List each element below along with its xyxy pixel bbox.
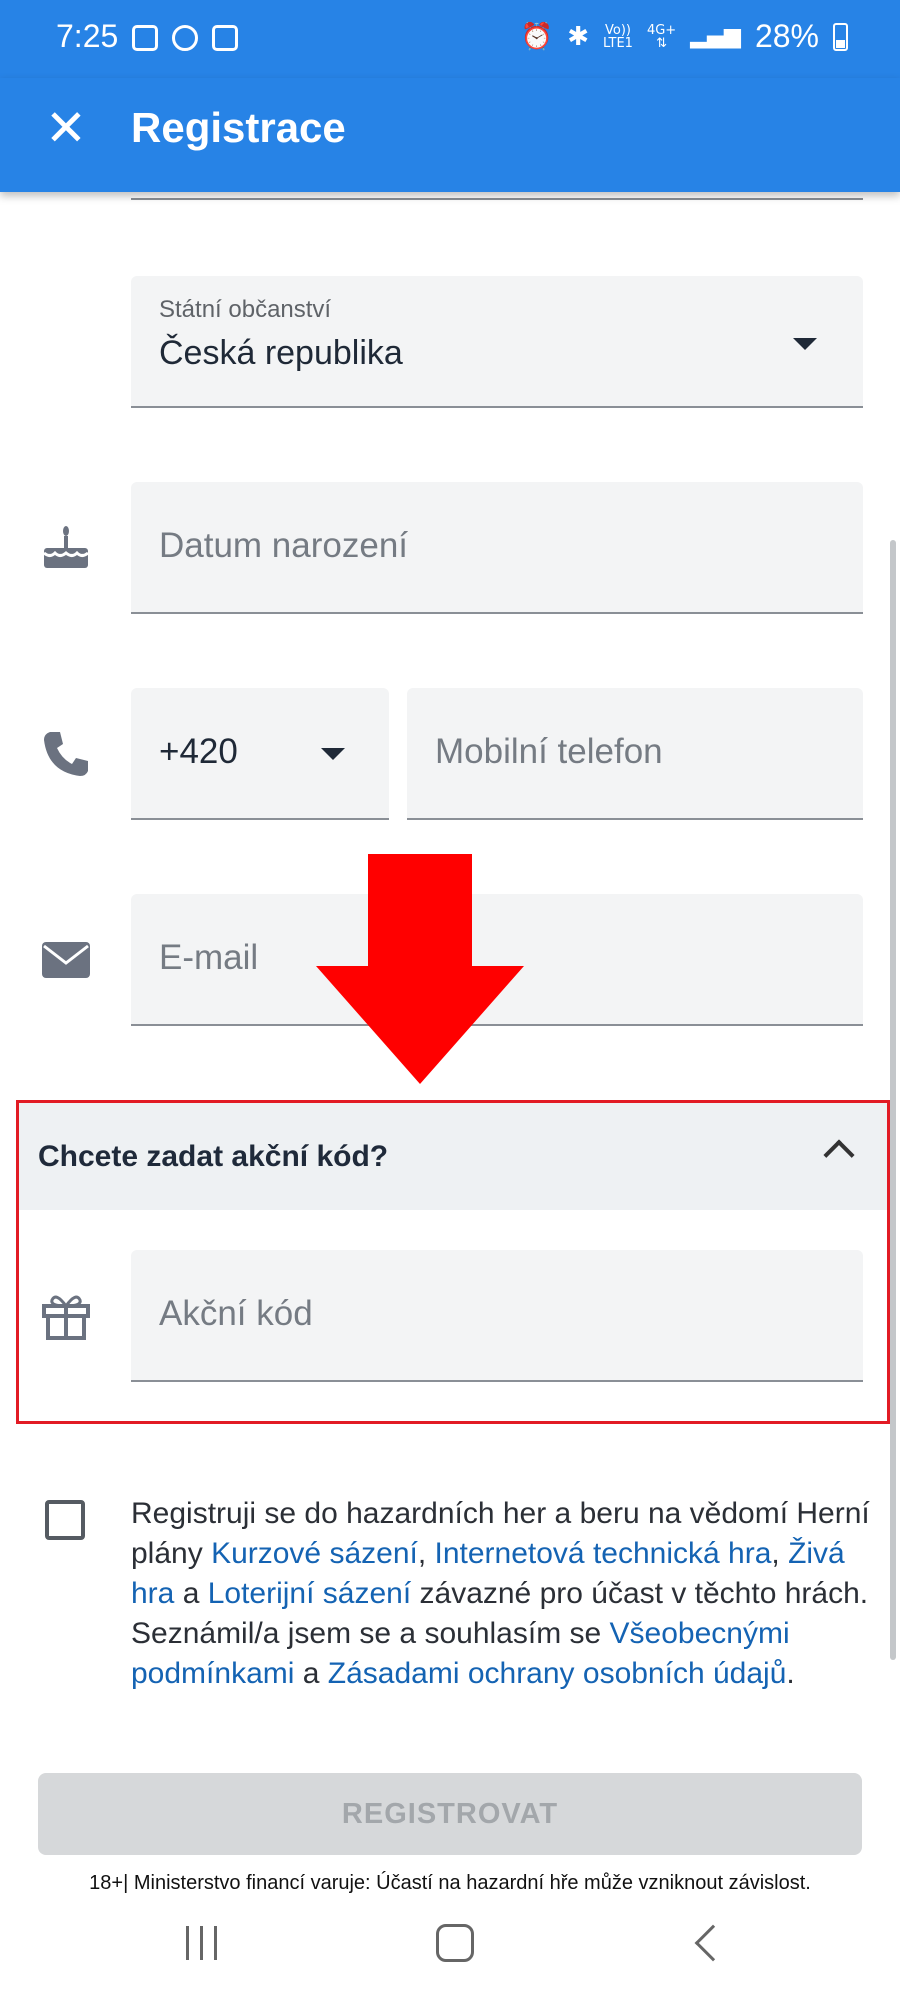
gallery-icon — [132, 25, 158, 51]
data-indicator: 4G+ ⇅ — [646, 22, 677, 51]
page-title: Registrace — [131, 104, 346, 151]
citizenship-label: Státní občanství — [159, 296, 332, 323]
register-button[interactable]: REGISTROVAT — [38, 1773, 862, 1855]
link-internetova-technicka-hra[interactable]: Internetová technická hra — [435, 1537, 772, 1570]
link-loterijni-sazeni[interactable]: Loterijní sázení — [208, 1577, 411, 1610]
mobile-phone-placeholder: Mobilní telefon — [435, 732, 663, 771]
messenger-icon — [172, 25, 198, 51]
system-icons: ⏰ ✱ Vo)) LTE1 4G+ ⇅ ▂▄▆ 28% — [521, 18, 848, 55]
notification-icons — [132, 25, 238, 51]
mail-icon — [42, 942, 90, 978]
cake-icon — [43, 526, 89, 568]
phone-icon — [44, 732, 88, 776]
link-zasady-ochrany-udaju[interactable]: Zásadami ochrany osobních údajů — [328, 1657, 787, 1690]
signal-icon: ▂▄▆ — [690, 24, 741, 49]
recent-apps-icon[interactable] — [184, 1926, 224, 1962]
phone-prefix-value: +420 — [159, 732, 238, 771]
highlight-box — [16, 1100, 890, 1424]
alarm-icon: ⏰ — [520, 21, 554, 52]
wallet-icon — [212, 25, 238, 51]
email-placeholder: E-mail — [159, 938, 259, 977]
birth-date-input[interactable]: Datum narození — [131, 482, 863, 614]
consent-text: Registruji se do hazardních her a beru n… — [131, 1497, 870, 1690]
close-icon[interactable]: ✕ — [38, 100, 94, 156]
app-bar: ✕ Registrace — [0, 78, 900, 192]
gambling-warning: 18+| Ministerstvo financí varuje: Účastí… — [89, 1872, 811, 1894]
battery-icon — [833, 22, 848, 51]
status-time: 7:25 — [56, 18, 119, 54]
mobile-phone-input[interactable]: Mobilní telefon — [407, 688, 863, 820]
citizenship-select[interactable]: Státní občanství Česká republika — [131, 276, 863, 408]
bluetooth-icon: ✱ — [567, 21, 590, 52]
previous-field-underline — [131, 198, 863, 200]
birth-date-placeholder: Datum narození — [159, 526, 409, 565]
phone-prefix-select[interactable]: +420 — [131, 688, 389, 820]
system-nav-bar — [0, 1900, 900, 2000]
status-bar: 7:25 ⏰ ✱ Vo)) LTE1 4G+ ⇅ ▂▄▆ 28% — [0, 0, 900, 78]
citizenship-value: Česká republika — [159, 334, 403, 372]
home-icon[interactable] — [436, 1924, 474, 1962]
volte-indicator: Vo)) LTE1 — [603, 22, 633, 51]
dropdown-icon — [793, 338, 817, 350]
consent-checkbox[interactable] — [45, 1500, 85, 1540]
battery-percent: 28% — [754, 18, 819, 54]
dropdown-icon — [321, 748, 345, 760]
scrollbar[interactable] — [890, 540, 896, 1660]
link-kurzove-sazeni[interactable]: Kurzové sázení — [211, 1537, 418, 1570]
back-icon[interactable] — [694, 1924, 732, 1962]
red-arrow-annotation — [316, 854, 524, 1084]
